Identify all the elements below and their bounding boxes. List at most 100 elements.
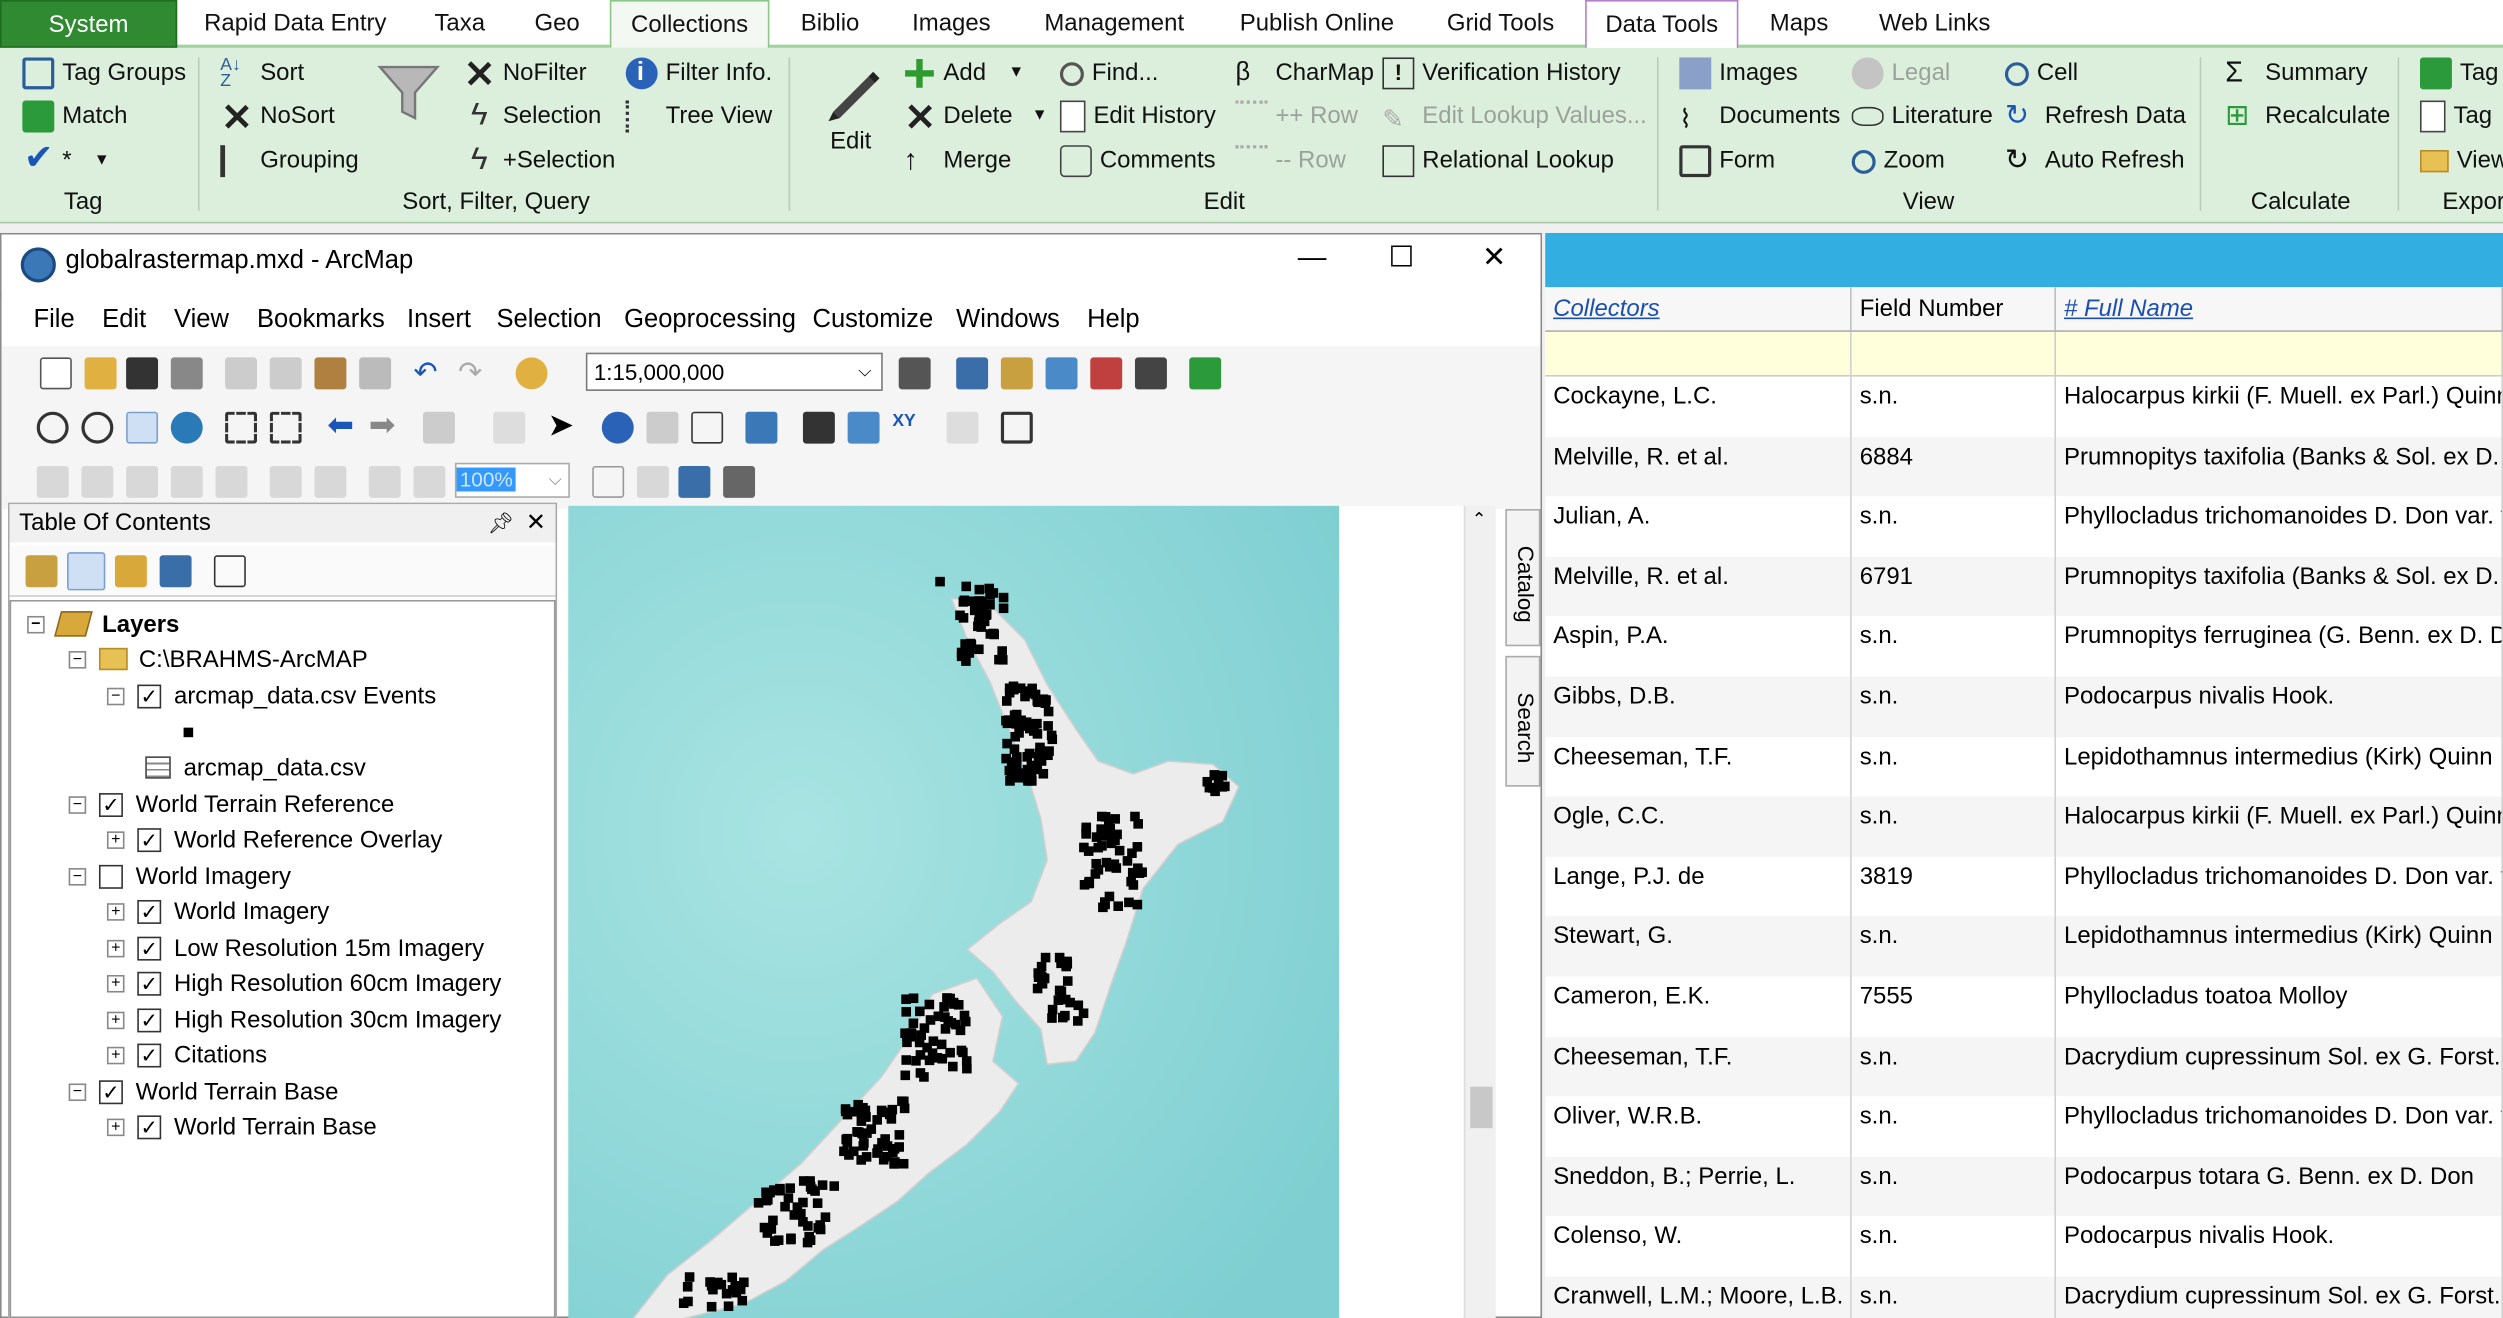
catalog-side-tab[interactable]: Catalog bbox=[1505, 509, 1541, 647]
funnel-filter-icon[interactable] bbox=[377, 64, 441, 121]
table-cell[interactable]: Cheeseman, T.F. bbox=[1545, 1036, 1852, 1097]
tree-view-button[interactable]: Tree View bbox=[625, 96, 772, 137]
layer-node-high-res-60cm[interactable]: + ✓ High Resolution 60cm Imagery bbox=[106, 967, 501, 999]
table-cell[interactable]: Colenso, W. bbox=[1545, 1216, 1852, 1277]
column-header-full-name[interactable]: # Full Name bbox=[2056, 287, 2503, 332]
tab-data-tools[interactable]: Data Tools bbox=[1585, 0, 1739, 50]
table-cell[interactable]: 7555 bbox=[1852, 976, 2057, 1037]
layer-checkbox[interactable] bbox=[98, 864, 123, 889]
table-cell[interactable]: Melville, R. et al. bbox=[1545, 556, 1852, 617]
layer-checkbox[interactable]: ✓ bbox=[137, 683, 162, 708]
find-binoculars-icon[interactable] bbox=[802, 411, 835, 444]
table-cell[interactable]: s.n. bbox=[1851, 796, 2057, 857]
tab-system[interactable]: System bbox=[0, 0, 178, 48]
toggle-draft-mode-icon[interactable] bbox=[592, 465, 625, 498]
list-by-drawing-order-icon[interactable] bbox=[25, 555, 58, 588]
table-cell[interactable]: Phyllocladus trichomanoides D. Don var. … bbox=[2056, 1096, 2503, 1157]
table-cell[interactable]: Phyllocladus trichomanoides D. Don var. … bbox=[2056, 856, 2503, 917]
collapse-icon[interactable]: − bbox=[68, 795, 87, 814]
table-cell[interactable]: Lepidothamnus intermedius (Kirk) Quinn bbox=[2056, 736, 2503, 797]
layout-zoom-in-icon[interactable] bbox=[36, 465, 69, 498]
table-cell[interactable]: 6884 bbox=[1851, 436, 2057, 497]
go-to-xy-icon[interactable]: XY bbox=[892, 412, 924, 444]
table-of-contents-icon[interactable] bbox=[956, 357, 989, 390]
table-cell[interactable]: s.n. bbox=[1852, 496, 2057, 557]
create-viewer-icon[interactable] bbox=[1000, 411, 1033, 444]
table-cell[interactable]: s.n. bbox=[1851, 1276, 2057, 1318]
table-cell[interactable]: Dacrydium cupressinum Sol. ex G. Forst. bbox=[2056, 1036, 2503, 1097]
layer-checkbox[interactable]: ✓ bbox=[137, 935, 162, 960]
tab-publish-online[interactable]: Publish Online bbox=[1216, 0, 1417, 48]
table-cell[interactable]: 3819 bbox=[1852, 856, 2057, 917]
collapse-icon[interactable]: − bbox=[27, 615, 45, 633]
layer-node-world-reference-overlay[interactable]: + ✓ World Reference Overlay bbox=[106, 823, 442, 855]
tag-export-2-button[interactable]: Tag bbox=[2419, 96, 2492, 137]
column-header-collectors[interactable]: Collectors bbox=[1545, 287, 1852, 332]
match-button[interactable]: Match bbox=[22, 96, 127, 137]
tab-collections[interactable]: Collections bbox=[609, 0, 770, 48]
focus-data-frame-icon[interactable] bbox=[636, 465, 669, 498]
select-pointer-icon[interactable]: ➤ bbox=[548, 410, 580, 444]
undo-icon[interactable]: ↶ bbox=[413, 357, 445, 389]
filter-info-button[interactable]: Filter Info. bbox=[625, 53, 772, 94]
merge-button[interactable]: ↑ Merge bbox=[904, 140, 1012, 181]
tag-export-button[interactable]: Tag bbox=[2419, 53, 2499, 94]
layout-pan-icon[interactable] bbox=[126, 465, 159, 498]
table-cell[interactable]: s.n. bbox=[1851, 1036, 2057, 1097]
table-cell[interactable]: s.n. bbox=[1852, 376, 2057, 437]
layer-node-folder[interactable]: − C:\BRAHMS-ArcMAP bbox=[68, 643, 368, 675]
table-cell[interactable]: Podocarpus totara G. Benn. ex D. Don bbox=[2056, 1156, 2503, 1217]
table-cell[interactable]: Julian, A. bbox=[1545, 496, 1852, 557]
table-cell[interactable]: Cheeseman, T.F. bbox=[1545, 736, 1852, 797]
clear-selection-icon[interactable] bbox=[493, 411, 526, 444]
filter-cell-collectors[interactable] bbox=[1545, 331, 1852, 377]
layer-node-world-terrain-base-group[interactable]: − ✓ World Terrain Base bbox=[68, 1076, 338, 1108]
table-cell[interactable]: Phyllocladus toatoa Molloy bbox=[2056, 976, 2503, 1037]
toc-close-icon[interactable]: ✕ bbox=[526, 504, 546, 542]
table-cell[interactable]: Lange, P.J. de bbox=[1545, 856, 1852, 917]
literature-button[interactable]: Literature bbox=[1851, 96, 1993, 137]
filter-cell-full-name[interactable] bbox=[2056, 331, 2503, 377]
add-row-button[interactable]: ++ Row bbox=[1235, 96, 1358, 137]
verification-history-button[interactable]: ! Verification History bbox=[1382, 53, 1621, 94]
layer-node-citations[interactable]: + ✓ Citations bbox=[106, 1039, 267, 1071]
collapse-icon[interactable]: − bbox=[68, 867, 87, 885]
table-cell[interactable]: Halocarpus kirkii (F. Muell. ex Parl.) Q… bbox=[2056, 376, 2503, 437]
table-cell[interactable]: Prumnopitys ferruginea (G. Benn. ex D. D… bbox=[2056, 616, 2503, 677]
collapse-icon[interactable]: − bbox=[68, 1082, 87, 1101]
table-cell[interactable]: s.n. bbox=[1852, 1096, 2057, 1157]
menu-customize[interactable]: Customize bbox=[813, 306, 934, 335]
table-cell[interactable]: s.n. bbox=[1851, 1156, 2057, 1217]
cut-icon[interactable] bbox=[225, 357, 258, 390]
list-by-visibility-icon[interactable] bbox=[114, 555, 147, 588]
table-cell[interactable]: Podocarpus nivalis Hook. bbox=[2056, 676, 2503, 737]
collapse-icon[interactable]: − bbox=[106, 686, 125, 705]
zoom-100-icon[interactable] bbox=[215, 465, 248, 498]
minimize-button[interactable]: — bbox=[1288, 241, 1336, 275]
catalog-window-icon[interactable] bbox=[1000, 357, 1033, 390]
comments-button[interactable]: Comments bbox=[1059, 140, 1216, 181]
layer-node-world-imagery-group[interactable]: − World Imagery bbox=[68, 860, 291, 892]
menu-view[interactable]: View bbox=[174, 306, 229, 335]
table-cell[interactable]: s.n. bbox=[1852, 736, 2057, 797]
table-cell[interactable]: Aspin, P.A. bbox=[1545, 616, 1852, 677]
filter-cell-field-number[interactable] bbox=[1851, 331, 2057, 377]
zoom-button[interactable]: Zoom bbox=[1851, 140, 1945, 181]
layer-checkbox[interactable]: ✓ bbox=[137, 970, 162, 995]
tab-images[interactable]: Images bbox=[891, 0, 1012, 48]
recalculate-button[interactable]: ⊞ Recalculate bbox=[2225, 96, 2390, 137]
check-star-button[interactable]: *▼ bbox=[22, 137, 110, 181]
column-header-field-number[interactable]: Field Number bbox=[1851, 287, 2057, 332]
form-button[interactable]: Form bbox=[1679, 140, 1775, 181]
expand-icon[interactable]: + bbox=[106, 1117, 125, 1136]
fixed-zoom-in-icon[interactable] bbox=[225, 411, 258, 444]
editor-toolbar-icon[interactable] bbox=[898, 357, 931, 390]
python-window-icon[interactable] bbox=[1134, 357, 1167, 390]
layer-checkbox[interactable]: ✓ bbox=[137, 1007, 162, 1032]
paste-icon[interactable] bbox=[314, 357, 347, 390]
selection-button[interactable]: Selection bbox=[463, 94, 601, 137]
table-cell[interactable]: Prumnopitys taxifolia (Banks & Sol. ex D… bbox=[2056, 556, 2503, 617]
new-document-icon[interactable] bbox=[39, 357, 72, 390]
edit-lookup-values-button[interactable]: ✎ Edit Lookup Values... bbox=[1382, 96, 1646, 137]
table-cell[interactable]: Oliver, W.R.B. bbox=[1545, 1096, 1852, 1157]
